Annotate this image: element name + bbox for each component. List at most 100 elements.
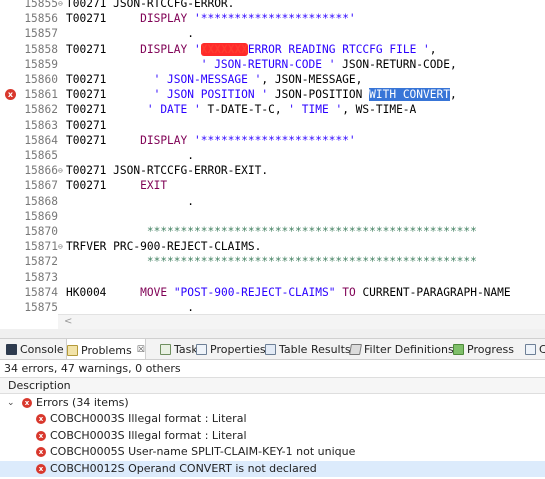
error-icon: x [22,398,32,408]
error-marker-icon[interactable]: x [5,89,16,101]
code-line[interactable]: 15875 . [0,300,545,314]
code-line[interactable]: 15859 ' JSON-RETURN-CODE ' JSON-RETURN-C… [0,57,545,72]
code-line[interactable]: 15872 **********************************… [0,254,545,269]
code-token: ' TIME ' [288,103,343,117]
code-text: . [66,194,194,209]
line-number: 15856 [24,12,58,26]
fold-toggle-icon[interactable]: ⊖ [58,0,66,11]
table-results-icon [265,344,276,355]
errors-group-row[interactable]: ⌄ x Errors (34 items) [0,395,545,411]
code-line[interactable]: 15857 . [0,26,545,41]
code-token: ' JSON-MESSAGE ' [153,73,262,86]
code-token: , [449,88,457,102]
code-token: DISPLAY [140,12,188,26]
line-number: 15855 [24,0,58,10]
code-line[interactable]: 15862 T00271 ' DATE ' T-DATE-T-C, ' TIME … [0,102,545,117]
problem-row[interactable]: x COBCH0003S Illegal format : Literal [0,428,545,444]
sequence-tag: T00271 [66,103,107,117]
code-text: T00271 JSON-RTCCFG-ERROR. [66,0,234,11]
sequence-tag [66,301,106,314]
code-line[interactable]: 15874 HK0004 MOVE "POST-900-REJECT-CLAIMS… [0,285,545,300]
code-line[interactable]: 15865 . [0,148,545,163]
code-text: ****************************************… [66,224,477,239]
code-token: CURRENT-PARAGRAPH-NAME [355,285,511,299]
sequence-tag: T00271 [66,12,107,26]
code-text: T00271 ' DATE ' T-DATE-T-C, ' TIME ', WS… [66,102,416,117]
error-icon: x [36,414,46,424]
code-line[interactable]: 15858 T00271 DISPLAY 'XXXXXXXERROR READIN… [0,42,545,57]
tab-progress[interactable]: Progress [453,339,514,359]
code-text: ****************************************… [66,254,477,269]
tab-properties[interactable]: Properties [196,339,266,359]
scroll-left-arrow-icon[interactable]: < [64,316,72,327]
horizontal-scrollbar[interactable]: < [58,314,545,329]
code-line[interactable]: 15855 ⊖ T00271 JSON-RTCCFG-ERROR. [0,0,545,11]
code-line[interactable]: 15856 T00271 DISPLAY '*******************… [0,11,545,26]
code-line[interactable]: 15867 T00271 EXIT [0,178,545,193]
line-number: 15873 [24,270,58,284]
tab-filter-definitions[interactable]: Filter Definitions [349,339,454,359]
code-token: PRC-900-REJECT-CLAIMS. [106,240,262,254]
sequence-tag: T00271 [66,0,107,10]
sequence-tag [66,27,106,40]
code-line[interactable]: 15869 [0,209,545,224]
code-line[interactable]: 15863 T00271 [0,118,545,133]
problem-description: COBCH0003S Illegal format : Literal [50,412,247,425]
properties-icon [196,344,207,355]
chevron-down-icon[interactable]: ⌄ [7,395,15,411]
tab-problems[interactable]: Problems ☒ [66,339,146,360]
fold-toggle-icon[interactable]: ⊖ [58,163,66,178]
code-token: JSON-POSITION [268,88,370,102]
close-icon[interactable]: ☒ [137,340,145,360]
panel-splitter[interactable] [0,329,545,339]
tab-label: Filter Definitions [364,343,454,356]
tab-co[interactable]: Co [525,339,545,359]
code-token: ' [194,42,201,56]
code-line[interactable]: 15868 . [0,194,545,209]
sequence-tag: HK0004 [66,285,107,299]
code-line[interactable]: 15864 T00271 DISPLAY '*******************… [0,133,545,148]
sequence-tag: T00271 [66,42,107,56]
selected-text: WITH CONVERT [369,88,450,102]
problem-row[interactable]: x COBCH0012S Operand CONVERT is not decla… [0,460,545,477]
line-number: 15863 [24,118,58,132]
code-editor[interactable]: 15855 ⊖ T00271 JSON-RTCCFG-ERROR. 15856 T002… [0,0,545,314]
tab-label: Table Results [279,343,351,356]
line-number: 15858 [24,42,58,56]
sequence-tag: TRFVER [66,240,107,254]
code-line[interactable]: 15860 T00271 ' JSON-MESSAGE ', JSON-MESSA… [0,72,545,87]
fold-toggle-icon[interactable]: ⊖ [58,239,66,254]
code-text: T00271 EXIT [66,178,167,193]
redaction-mark: XXXXXXX [200,42,248,56]
line-number: 15868 [24,194,58,208]
code-line[interactable]: 15870 **********************************… [0,224,545,239]
problem-row[interactable]: x COBCH0005S User-name SPLIT-CLAIM-KEY-1 … [0,444,545,460]
sequence-tag [66,58,106,71]
sequence-tag: T00271 [66,88,107,102]
code-text: TRFVER PRC-900-REJECT-CLAIMS. [66,239,261,254]
code-text: T00271 DISPLAY '**********************' [66,11,356,26]
code-token: , JSON-MESSAGE, [261,73,363,86]
tab-table-results[interactable]: Table Results [265,339,351,359]
column-header-description[interactable]: Description [0,377,545,394]
line-number: 15860 [24,73,58,86]
code-line[interactable]: 15873 [0,270,545,285]
tab-console[interactable]: Console [6,339,64,359]
code-token: "POST-900-REJECT-CLAIMS" [173,285,336,299]
code-token: ' JSON POSITION ' [153,88,269,102]
code-token: TO [342,285,356,299]
line-number: 15861 [24,88,58,102]
code-line[interactable]: 15871 ⊖ TRFVER PRC-900-REJECT-CLAIMS. [0,239,545,254]
code-text: T00271 DISPLAY '**********************' [66,133,356,148]
problem-row[interactable]: x COBCH0003S Illegal format : Literal [0,411,545,427]
code-line[interactable]: 15866 ⊖ T00271 JSON-RTCCFG-ERROR-EXIT. [0,163,545,178]
code-text: T00271 DISPLAY 'XXXXXXXERROR READING RTC… [66,42,437,57]
error-icon: x [36,447,46,457]
code-line[interactable]: x 15861 T00271 ' JSON POSITION ' JSON-POSI… [0,87,545,102]
line-number: 15875 [24,301,58,314]
